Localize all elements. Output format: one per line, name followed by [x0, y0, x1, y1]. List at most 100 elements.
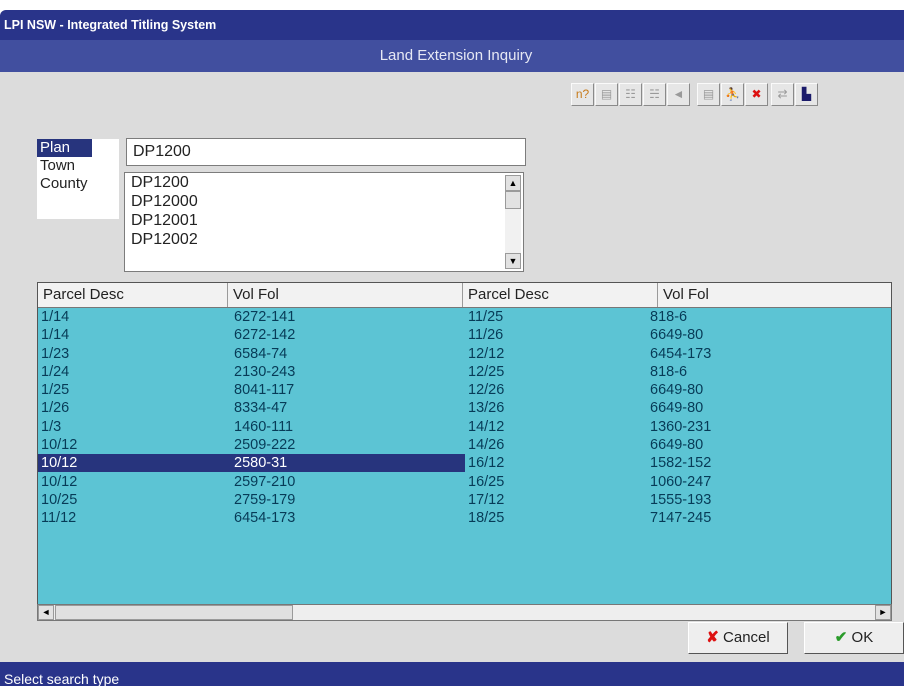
list-icon[interactable]: ☷	[619, 83, 642, 106]
table-cell: 2580-31	[234, 455, 288, 472]
table-row[interactable]: 10/12 2580-31 16/12 1582-152	[38, 454, 891, 473]
table-cell: 818-6	[650, 309, 688, 325]
column-header[interactable]: Parcel Desc	[38, 283, 228, 307]
table-cell: 10/12	[41, 455, 78, 472]
table-cell: 6454-173	[234, 510, 296, 527]
table-cell: 14/12	[468, 418, 505, 435]
table-row[interactable]: 10/25 2759-179 17/12 1555-193	[38, 491, 891, 509]
search-type-plan[interactable]: Plan	[37, 139, 92, 157]
swap-icon[interactable]: ⇄	[771, 83, 794, 106]
table-header: Parcel Desc Vol Fol Parcel Desc Vol Fol	[38, 283, 891, 308]
scroll-right-icon[interactable]: ►	[875, 605, 891, 620]
table-cell: 8334-47	[234, 400, 288, 417]
table-cell: 6272-142	[234, 327, 296, 344]
results-table: Parcel Desc Vol Fol Parcel Desc Vol Fol 1/1…	[37, 282, 892, 607]
table-cell: 6272-141	[234, 309, 296, 325]
search-panel: Plan Town County DP1200 DP1200 DP12000 DP120…	[32, 136, 902, 626]
close-icon: ✘	[706, 629, 719, 646]
table-cell: 1/14	[41, 309, 70, 325]
table-cell: 10/12	[41, 437, 78, 454]
table-cell: 1360-231	[650, 418, 712, 435]
column-header[interactable]: Vol Fol	[658, 283, 891, 307]
table-cell: 1/14	[41, 327, 70, 344]
column-header[interactable]: Parcel Desc	[463, 283, 658, 307]
table-cell: 14/26	[468, 437, 505, 454]
search-type-town[interactable]: Town	[37, 157, 119, 175]
table-cell: 818-6	[650, 363, 688, 380]
scroll-thumb[interactable]	[505, 191, 521, 209]
suggestion-list[interactable]: DP1200 DP12000 DP12001 DP12002 ▲ ▼	[124, 172, 524, 272]
window-title: LPI NSW - Integrated Titling System	[0, 10, 904, 40]
dialog-title: Land Extension Inquiry	[0, 40, 904, 72]
table-cell: 1/24	[41, 363, 70, 380]
page-icon[interactable]: ▤	[697, 83, 720, 106]
delete-icon[interactable]: ✖	[745, 83, 768, 106]
back-arrow-icon[interactable]: ◄	[667, 83, 690, 106]
table-row[interactable]: 1/24 2130-243 12/25 818-6	[38, 363, 891, 381]
table-cell: 16/12	[468, 455, 505, 472]
table-cell: 17/12	[468, 491, 505, 508]
status-bar: Select search type	[0, 662, 904, 686]
table-row[interactable]: 1/26 8334-47 13/26 6649-80	[38, 399, 891, 417]
print-icon[interactable]: ▙	[795, 83, 818, 106]
table-cell: 6584-74	[234, 345, 288, 362]
document-icon[interactable]: ▤	[595, 83, 618, 106]
table-cell: 6454-173	[650, 345, 712, 362]
table-cell: 6649-80	[650, 437, 704, 454]
suggestion-item[interactable]: DP1200	[125, 173, 523, 192]
search-input[interactable]: DP1200	[126, 138, 526, 166]
table-row[interactable]: 10/12 2597-210 16/25 1060-247	[38, 473, 891, 491]
table-cell: 18/25	[468, 510, 505, 527]
table-cell: 16/25	[468, 473, 505, 490]
scroll-left-icon[interactable]: ◄	[38, 605, 54, 620]
suggestion-item[interactable]: DP12001	[125, 211, 523, 230]
table-cell: 11/26	[468, 327, 504, 344]
horizontal-scrollbar[interactable]: ◄ ►	[37, 604, 892, 621]
ok-button[interactable]: ✔ OK	[804, 622, 904, 654]
table-cell: 8041-117	[234, 382, 295, 399]
help-icon[interactable]: n?	[571, 83, 594, 106]
scroll-thumb[interactable]	[55, 605, 293, 620]
app-window: LPI NSW - Integrated Titling System Land…	[0, 10, 904, 686]
table-cell: 6649-80	[650, 382, 704, 399]
exit-person-icon[interactable]: ⛹	[721, 83, 744, 106]
table-cell: 1/26	[41, 400, 70, 417]
table-row[interactable]: 10/12 2509-222 14/26 6649-80	[38, 436, 891, 454]
toolbar: n? ▤ ☷ ☵ ◄ ▤ ⛹ ✖ ⇄ ▙	[0, 80, 904, 112]
check-icon: ✔	[834, 629, 848, 646]
search-type-county[interactable]: County	[37, 175, 119, 193]
table-cell: 10/25	[41, 491, 78, 508]
table-cell: 12/26	[468, 382, 505, 399]
table-cell: 2130-243	[234, 363, 296, 380]
table-cell: 7147-245	[650, 510, 712, 527]
table-cell: 6649-80	[650, 327, 704, 344]
table-row[interactable]: 1/25 8041-117 12/26 6649-80	[38, 381, 891, 399]
table-row[interactable]: 1/14 6272-142 11/26 6649-80	[38, 326, 891, 344]
table-cell: 1/23	[41, 345, 70, 362]
table-cell: 12/12	[468, 345, 505, 362]
table-cell: 1582-152	[650, 455, 712, 472]
table-cell: 1060-247	[650, 473, 712, 490]
table-cell: 2597-210	[234, 473, 296, 490]
list-alt-icon[interactable]: ☵	[643, 83, 666, 106]
table-cell: 1/3	[41, 418, 62, 435]
table-cell: 1/25	[41, 382, 70, 399]
suggestion-scrollbar[interactable]: ▲ ▼	[505, 175, 521, 269]
cancel-button[interactable]: ✘ Cancel	[688, 622, 788, 654]
table-cell: 10/12	[41, 473, 78, 490]
table-cell: 11/12	[41, 510, 77, 527]
search-type-list[interactable]: Plan Town County	[37, 139, 119, 219]
suggestion-item[interactable]: DP12002	[125, 230, 523, 249]
table-row[interactable]: 11/12 6454-173 18/25 7147-245	[38, 509, 891, 527]
table-row[interactable]: 1/3 1460-111 14/12 1360-231	[38, 418, 891, 436]
suggestion-item[interactable]: DP12000	[125, 192, 523, 211]
table-row[interactable]: 1/23 6584-74 12/12 6454-173	[38, 345, 891, 363]
scroll-up-icon[interactable]: ▲	[505, 175, 521, 191]
scroll-down-icon[interactable]: ▼	[505, 253, 521, 269]
table-cell: 1460-111	[234, 418, 294, 435]
table-cell: 2509-222	[234, 437, 296, 454]
column-header[interactable]: Vol Fol	[228, 283, 463, 307]
table-row[interactable]: 1/14 6272-141 11/25 818-6	[38, 308, 891, 326]
table-cell: 13/26	[468, 400, 505, 417]
table-cell: 11/25	[468, 309, 504, 325]
